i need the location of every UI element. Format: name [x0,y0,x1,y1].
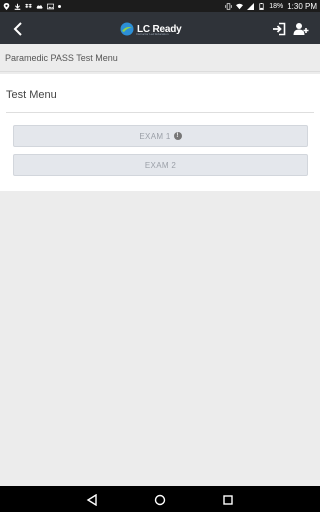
status-right-icons: 18% 1:30 PM [225,2,317,11]
add-user-icon [293,23,309,35]
logo-mark-icon [120,22,134,36]
menu-title: Test Menu [6,89,57,101]
sign-in-icon [273,22,286,36]
page-title: Paramedic PASS Test Menu [5,52,118,63]
status-left-icons [3,2,61,10]
battery-icon [259,2,264,10]
square-recents-icon [223,495,233,505]
chevron-left-icon [13,22,22,36]
test-menu-card: Test Menu EXAM 1 ! EXAM 2 [0,74,320,191]
nav-home-button[interactable] [154,493,166,506]
vibrate-icon [225,2,232,10]
status-time: 1:30 PM [287,1,317,11]
login-button[interactable] [272,22,286,36]
download-icon [14,3,21,10]
wifi-icon [236,3,244,9]
add-user-button[interactable] [293,22,309,36]
status-bar: 18% 1:30 PM [0,0,320,12]
exam-1-label: EXAM 1 [139,131,171,141]
battery-level: 18% [269,2,284,10]
location-icon [3,2,10,10]
system-nav-bar [0,486,320,512]
dropbox-icon [25,3,32,8]
app-logo: LC Ready Instructor Led Education [120,21,182,37]
image-icon [47,3,54,9]
logo-subtitle: Instructor Led Education [136,32,169,36]
triangle-back-icon [86,493,97,507]
signal-icon [247,2,255,10]
status-dot [58,4,61,8]
back-button[interactable] [9,20,27,38]
exam-2-button[interactable]: EXAM 2 [13,154,308,176]
breadcrumb: Paramedic PASS Test Menu [0,44,320,72]
nav-recents-button[interactable] [222,493,234,505]
menu-divider [6,112,314,113]
info-icon: ! [173,132,182,140]
nav-back-button[interactable] [86,493,98,507]
cloud-icon [36,4,43,9]
circle-home-icon [154,494,166,506]
exam-2-label: EXAM 2 [144,160,177,170]
exam-1-button[interactable]: EXAM 1 ! [13,125,308,147]
